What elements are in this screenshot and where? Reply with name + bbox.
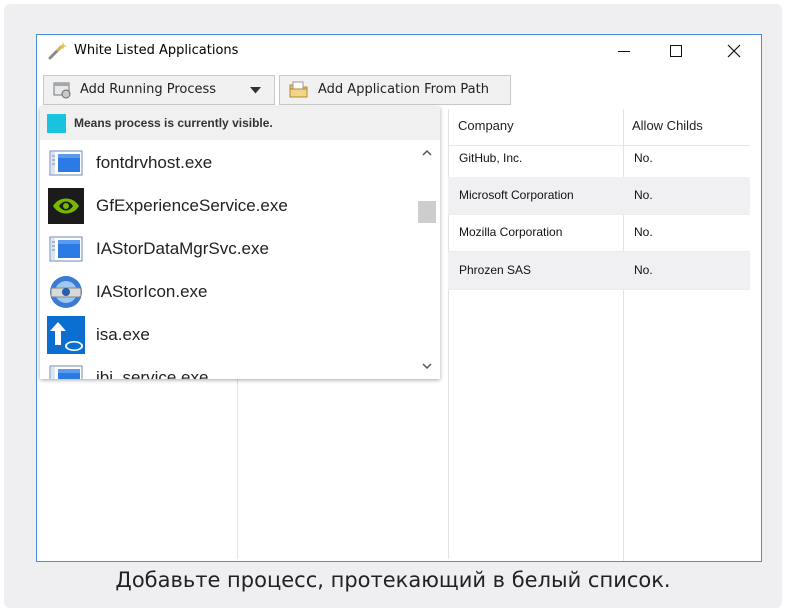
- window-title: White Listed Applications: [74, 43, 239, 58]
- add-application-from-path-label: Add Application From Path: [318, 82, 489, 97]
- caption: Добавьте процесс, протекающий в белый сп…: [115, 568, 671, 592]
- company-cell: GitHub, Inc.: [459, 151, 523, 165]
- toolbar: Add Running Process Add Application From…: [37, 67, 761, 109]
- allow-childs-cell: No.: [634, 188, 653, 202]
- table-row[interactable]: Phrozen SAS No.: [448, 252, 750, 290]
- allow-childs-column-header[interactable]: Allow Childs: [632, 118, 703, 133]
- process-list-scrollbar[interactable]: [416, 142, 438, 379]
- process-list: fontdrvhost.exe GfExperienceService.exe: [40, 142, 415, 379]
- process-name: IAStorDataMgrSvc.exe: [96, 239, 269, 258]
- company-cell: Mozilla Corporation: [459, 225, 563, 239]
- close-icon: [727, 44, 741, 58]
- window-app-icon: [47, 230, 85, 268]
- nvidia-icon: [47, 187, 85, 225]
- visible-color-swatch: [47, 114, 66, 133]
- folder-icon: [289, 81, 308, 99]
- minimize-button[interactable]: [599, 35, 649, 67]
- maximize-button[interactable]: [651, 35, 701, 67]
- maximize-icon: [670, 45, 682, 57]
- list-item[interactable]: fontdrvhost.exe: [40, 142, 415, 185]
- process-name: ibi_service.exe: [96, 368, 209, 379]
- table-row[interactable]: Microsoft Corporation No.: [448, 177, 750, 215]
- running-process-dropdown: Means process is currently visible. font…: [40, 107, 440, 379]
- scroll-up-icon[interactable]: [416, 146, 438, 160]
- caret-down-icon[interactable]: [250, 87, 261, 94]
- scroll-thumb[interactable]: [418, 201, 436, 223]
- whitelist-grid: Company Allow Childs GitHub, Inc. No. Mi…: [448, 109, 750, 561]
- list-item[interactable]: IAStorIcon.exe: [40, 271, 415, 314]
- list-item[interactable]: ibi_service.exe: [40, 357, 415, 379]
- process-name: isa.exe: [96, 325, 150, 344]
- process-icon: [53, 81, 71, 99]
- legend-text: Means process is currently visible.: [74, 116, 273, 130]
- list-item[interactable]: IAStorDataMgrSvc.exe: [40, 228, 415, 271]
- process-name: IAStorIcon.exe: [96, 282, 208, 301]
- process-name: GfExperienceService.exe: [96, 196, 288, 215]
- table-row[interactable]: Mozilla Corporation No.: [448, 214, 750, 252]
- table-row[interactable]: GitHub, Inc. No.: [448, 140, 750, 178]
- allow-childs-cell: No.: [634, 225, 653, 239]
- window-app-icon: [47, 359, 85, 379]
- visibility-legend: Means process is currently visible.: [40, 107, 440, 140]
- close-button[interactable]: [709, 35, 759, 67]
- company-cell: Phrozen SAS: [459, 263, 532, 277]
- allow-childs-cell: No.: [634, 151, 653, 165]
- scroll-down-icon[interactable]: [416, 359, 438, 373]
- add-application-from-path-button[interactable]: Add Application From Path: [279, 75, 511, 105]
- wand-icon: [47, 41, 67, 61]
- list-item[interactable]: GfExperienceService.exe: [40, 185, 415, 228]
- window-app-icon: [47, 144, 85, 182]
- intel-update-icon: [47, 316, 85, 354]
- process-name: fontdrvhost.exe: [96, 153, 213, 172]
- minimize-icon: [618, 51, 630, 52]
- company-cell: Microsoft Corporation: [459, 188, 574, 202]
- title-bar[interactable]: White Listed Applications: [37, 35, 761, 67]
- add-running-process-label: Add Running Process: [80, 82, 217, 97]
- add-running-process-button[interactable]: Add Running Process: [43, 75, 275, 105]
- company-column-header[interactable]: Company: [458, 118, 514, 133]
- allow-childs-cell: No.: [634, 263, 653, 277]
- intel-storage-icon: [47, 273, 85, 311]
- list-item[interactable]: isa.exe: [40, 314, 415, 357]
